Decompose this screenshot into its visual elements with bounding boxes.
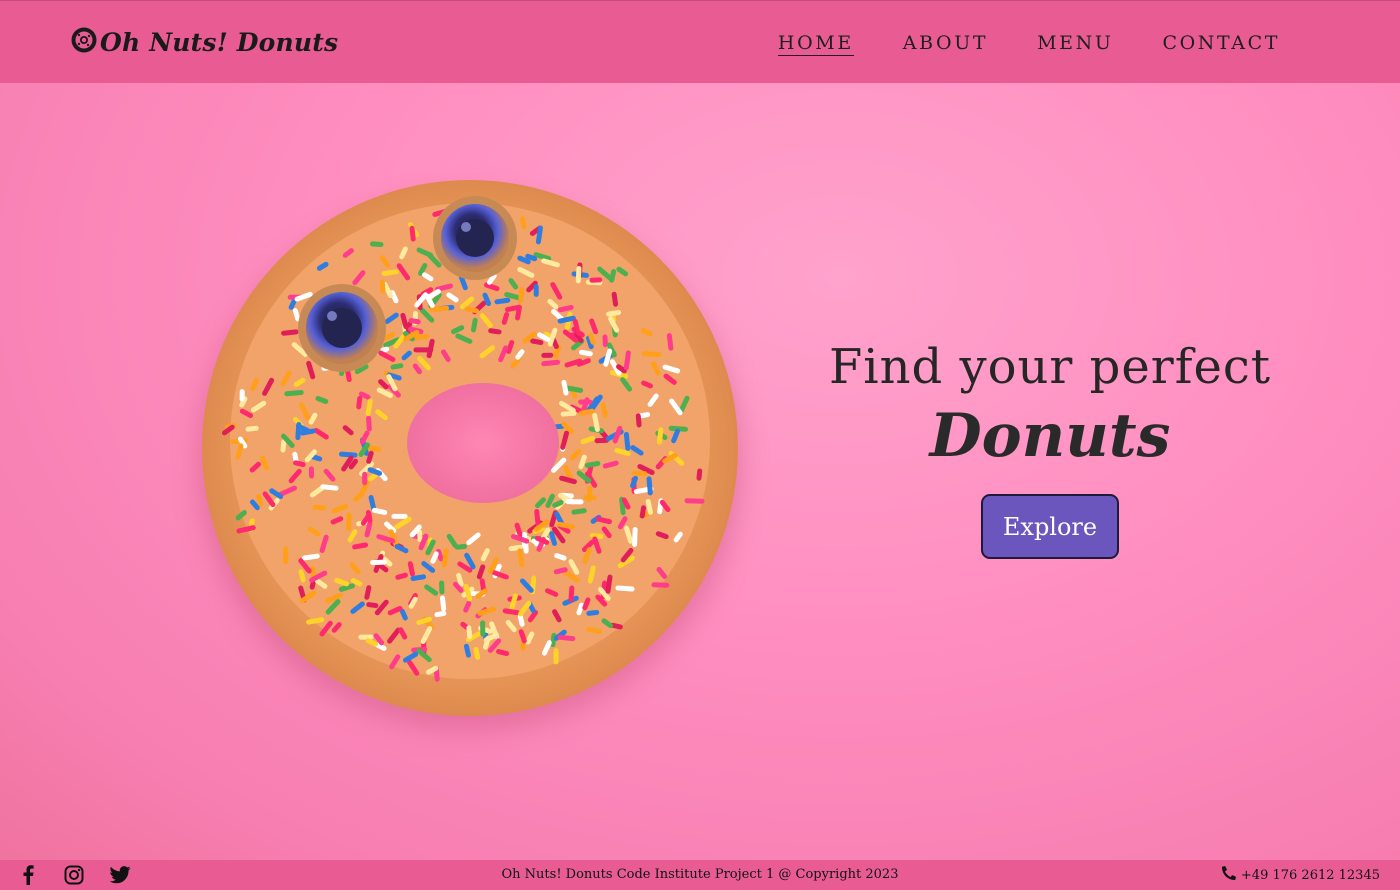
donut-logo-icon <box>70 26 98 58</box>
hero-headline: Find your perfect <box>828 339 1272 395</box>
explore-button[interactable]: Explore <box>981 494 1119 559</box>
brand-logo[interactable]: Oh Nuts! Donuts <box>70 25 338 59</box>
brand-name: Oh Nuts! Donuts <box>100 27 339 57</box>
hero-section: Find your perfect Donuts Explore <box>0 83 1400 860</box>
hero-headline-script: Donuts <box>929 401 1171 471</box>
nav-menu[interactable]: MENU <box>1037 31 1113 56</box>
donut-hero-image <box>198 180 742 731</box>
phone-number: +49 176 2612 12345 <box>1240 867 1380 883</box>
nav-contact[interactable]: CONTACT <box>1162 31 1280 56</box>
phone-contact[interactable]: +49 176 2612 12345 <box>1221 866 1380 884</box>
site-header: Oh Nuts! Donuts HOME ABOUT MENU CONTACT <box>0 0 1400 83</box>
phone-icon <box>1221 866 1236 884</box>
nav-home[interactable]: HOME <box>777 31 854 56</box>
nav-about[interactable]: ABOUT <box>903 31 988 56</box>
main-nav: HOME ABOUT MENU CONTACT <box>777 31 1280 56</box>
site-footer: Oh Nuts! Donuts Code Institute Project 1… <box>0 860 1400 890</box>
copyright-text: Oh Nuts! Donuts Code Institute Project 1… <box>501 867 899 882</box>
